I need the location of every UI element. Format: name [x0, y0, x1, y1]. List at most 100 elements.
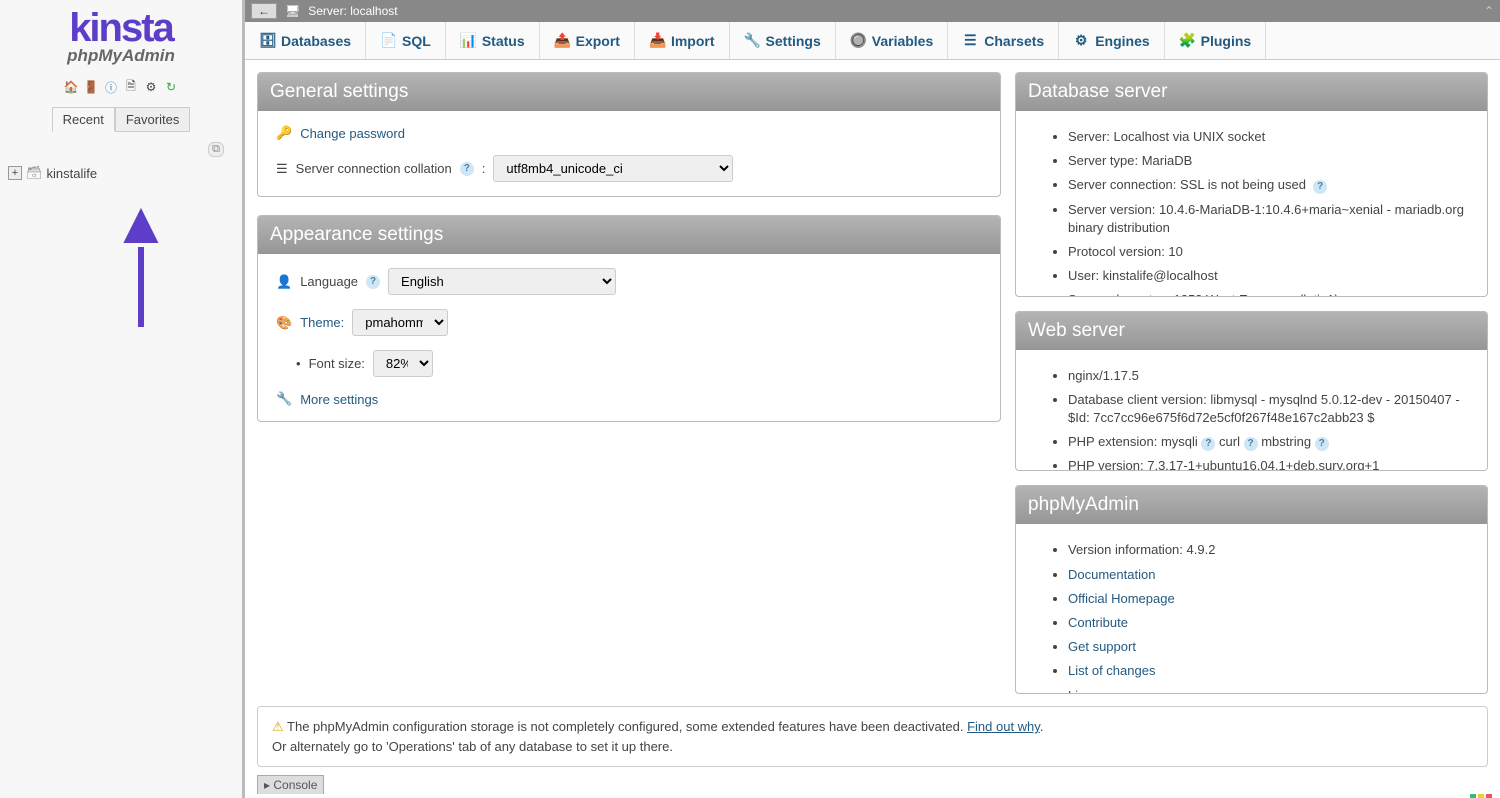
pma-link-documentation[interactable]: Documentation	[1068, 567, 1155, 582]
sidebar: kinsta phpMyAdmin 🏠 🚪 ⓘ 🗎 ⚙ ↻ Recent Fav…	[0, 0, 245, 798]
topbar: ← 🖥 Server: localhost ⌃	[245, 0, 1500, 22]
charsets-icon: ☰	[962, 32, 978, 49]
fontsize-label: Font size:	[309, 356, 365, 371]
language-select[interactable]: English	[388, 268, 616, 295]
back-button[interactable]: ←	[251, 3, 277, 19]
list-item: Official Homepage	[1068, 587, 1469, 611]
server-icon: 🖥	[285, 4, 300, 18]
list-item: List of changes	[1068, 659, 1469, 683]
pma-link-contribute[interactable]: Contribute	[1068, 615, 1128, 630]
list-item: License	[1068, 684, 1469, 694]
list-item: Documentation	[1068, 563, 1469, 587]
pma-link-changes[interactable]: List of changes	[1068, 663, 1155, 678]
db-tree: + 🗃 kinstalife	[0, 157, 242, 189]
info-item: Server connection: SSL is not being used…	[1068, 173, 1469, 197]
tab-status[interactable]: 📊Status	[446, 22, 540, 59]
tab-charsets[interactable]: ☰Charsets	[948, 22, 1059, 59]
help-icon[interactable]: ?	[1201, 437, 1215, 451]
panel-web-server: Web server nginx/1.17.5 Database client …	[1015, 311, 1488, 472]
pma-link-support[interactable]: Get support	[1068, 639, 1136, 654]
tab-plugins[interactable]: 🧩Plugins	[1165, 22, 1267, 59]
bottom-stripe	[245, 794, 1500, 798]
panel-title: General settings	[258, 73, 1000, 111]
change-password-link[interactable]: Change password	[300, 126, 405, 141]
sidebar-icon-row: 🏠 🚪 ⓘ 🗎 ⚙ ↻	[63, 79, 179, 95]
info-item: Database client version: libmysql - mysq…	[1068, 388, 1469, 430]
collation-select[interactable]: utf8mb4_unicode_ci	[493, 155, 733, 182]
help-icon[interactable]: ?	[1315, 437, 1329, 451]
fontsize-select[interactable]: 82%	[373, 350, 433, 377]
panel-title: phpMyAdmin	[1016, 486, 1487, 524]
panel-phpmyadmin: phpMyAdmin Version information: 4.9.2 Do…	[1015, 485, 1488, 694]
pma-link-homepage[interactable]: Official Homepage	[1068, 591, 1175, 606]
tab-databases[interactable]: 🗄Databases	[245, 22, 366, 59]
collation-icon: ☰	[276, 161, 288, 177]
logo-main: kinsta	[67, 10, 175, 46]
wrench-icon: 🔧	[276, 391, 292, 407]
tab-variables[interactable]: 🔘Variables	[836, 22, 949, 59]
annotation-arrow: ▲	[111, 189, 170, 327]
db-item-kinstalife[interactable]: + 🗃 kinstalife	[4, 163, 238, 183]
import-icon: 📥	[649, 32, 665, 49]
top-tabs: 🗄Databases 📄SQL 📊Status 📤Export 📥Import …	[245, 22, 1500, 60]
warning-icon: ⚠	[272, 719, 284, 734]
theme-link[interactable]: Theme:	[300, 315, 344, 330]
export-icon: 📤	[554, 32, 570, 49]
theme-icon: 🎨	[276, 315, 292, 331]
help-icon[interactable]: ?	[1313, 180, 1327, 194]
panel-title: Database server	[1016, 73, 1487, 111]
home-icon[interactable]: 🏠	[63, 79, 79, 95]
tab-favorites[interactable]: Favorites	[115, 107, 190, 132]
settings-icon[interactable]: ⚙	[143, 79, 159, 95]
logo: kinsta phpMyAdmin	[67, 5, 175, 71]
collation-label: Server connection collation	[296, 161, 452, 176]
tab-settings[interactable]: 🔧Settings	[730, 22, 836, 59]
language-icon: 👤	[276, 274, 292, 290]
link-icon[interactable]: ⧉	[208, 142, 224, 157]
key-icon: 🔑	[276, 125, 292, 141]
main: ← 🖥 Server: localhost ⌃ 🗄Databases 📄SQL …	[245, 0, 1500, 798]
console-toggle[interactable]: Console	[257, 775, 324, 794]
panel-appearance-settings: Appearance settings 👤 Language ? English…	[257, 215, 1001, 422]
pma-link-license[interactable]: License	[1068, 688, 1113, 694]
sql-tab-icon: 📄	[380, 32, 396, 49]
db-icon: 🗃	[26, 165, 43, 181]
engines-icon: ⚙	[1073, 32, 1089, 49]
panel-title: Web server	[1016, 312, 1487, 350]
sidebar-tabs: Recent Favorites	[52, 107, 191, 132]
find-out-why-link[interactable]: Find out why	[967, 719, 1040, 734]
info-item: PHP version: 7.3.17-1+ubuntu16.04.1+deb.…	[1068, 454, 1469, 471]
expand-icon[interactable]: +	[8, 166, 22, 180]
docs-icon[interactable]: ⓘ	[103, 79, 119, 95]
info-item: Protocol version: 10	[1068, 240, 1469, 264]
help-icon[interactable]: ?	[460, 162, 474, 176]
tab-export[interactable]: 📤Export	[540, 22, 635, 59]
panel-general-settings: General settings 🔑 Change password ☰ Ser…	[257, 72, 1001, 197]
panel-title: Appearance settings	[258, 216, 1000, 254]
tab-recent[interactable]: Recent	[52, 107, 115, 132]
tab-engines[interactable]: ⚙Engines	[1059, 22, 1164, 59]
info-item: Version information: 4.9.2	[1068, 538, 1469, 562]
tab-import[interactable]: 📥Import	[635, 22, 730, 59]
help-icon[interactable]: ?	[366, 275, 380, 289]
language-label: Language	[300, 274, 358, 289]
reload-icon[interactable]: ↻	[163, 79, 179, 95]
sidebar-link-band: ⧉	[0, 136, 242, 157]
info-item: User: kinstalife@localhost	[1068, 264, 1469, 288]
variables-icon: 🔘	[850, 32, 866, 49]
db-name: kinstalife	[47, 166, 98, 181]
footer-warning: ⚠ The phpMyAdmin configuration storage i…	[257, 706, 1488, 767]
breadcrumb: Server: localhost	[308, 4, 397, 18]
panel-database-server: Database server Server: Localhost via UN…	[1015, 72, 1488, 297]
theme-select[interactable]: pmahomme	[352, 309, 448, 336]
status-icon: 📊	[460, 32, 476, 49]
tab-sql[interactable]: 📄SQL	[366, 22, 446, 59]
settings-tab-icon: 🔧	[744, 32, 760, 49]
sql-icon[interactable]: 🗎	[123, 79, 139, 95]
help-icon[interactable]: ?	[1244, 437, 1258, 451]
more-settings-link[interactable]: More settings	[300, 392, 378, 407]
footer-text1: The phpMyAdmin configuration storage is …	[287, 719, 967, 734]
plugins-icon: 🧩	[1179, 32, 1195, 49]
collapse-icon[interactable]: ⌃	[1484, 4, 1494, 18]
exit-icon[interactable]: 🚪	[83, 79, 99, 95]
